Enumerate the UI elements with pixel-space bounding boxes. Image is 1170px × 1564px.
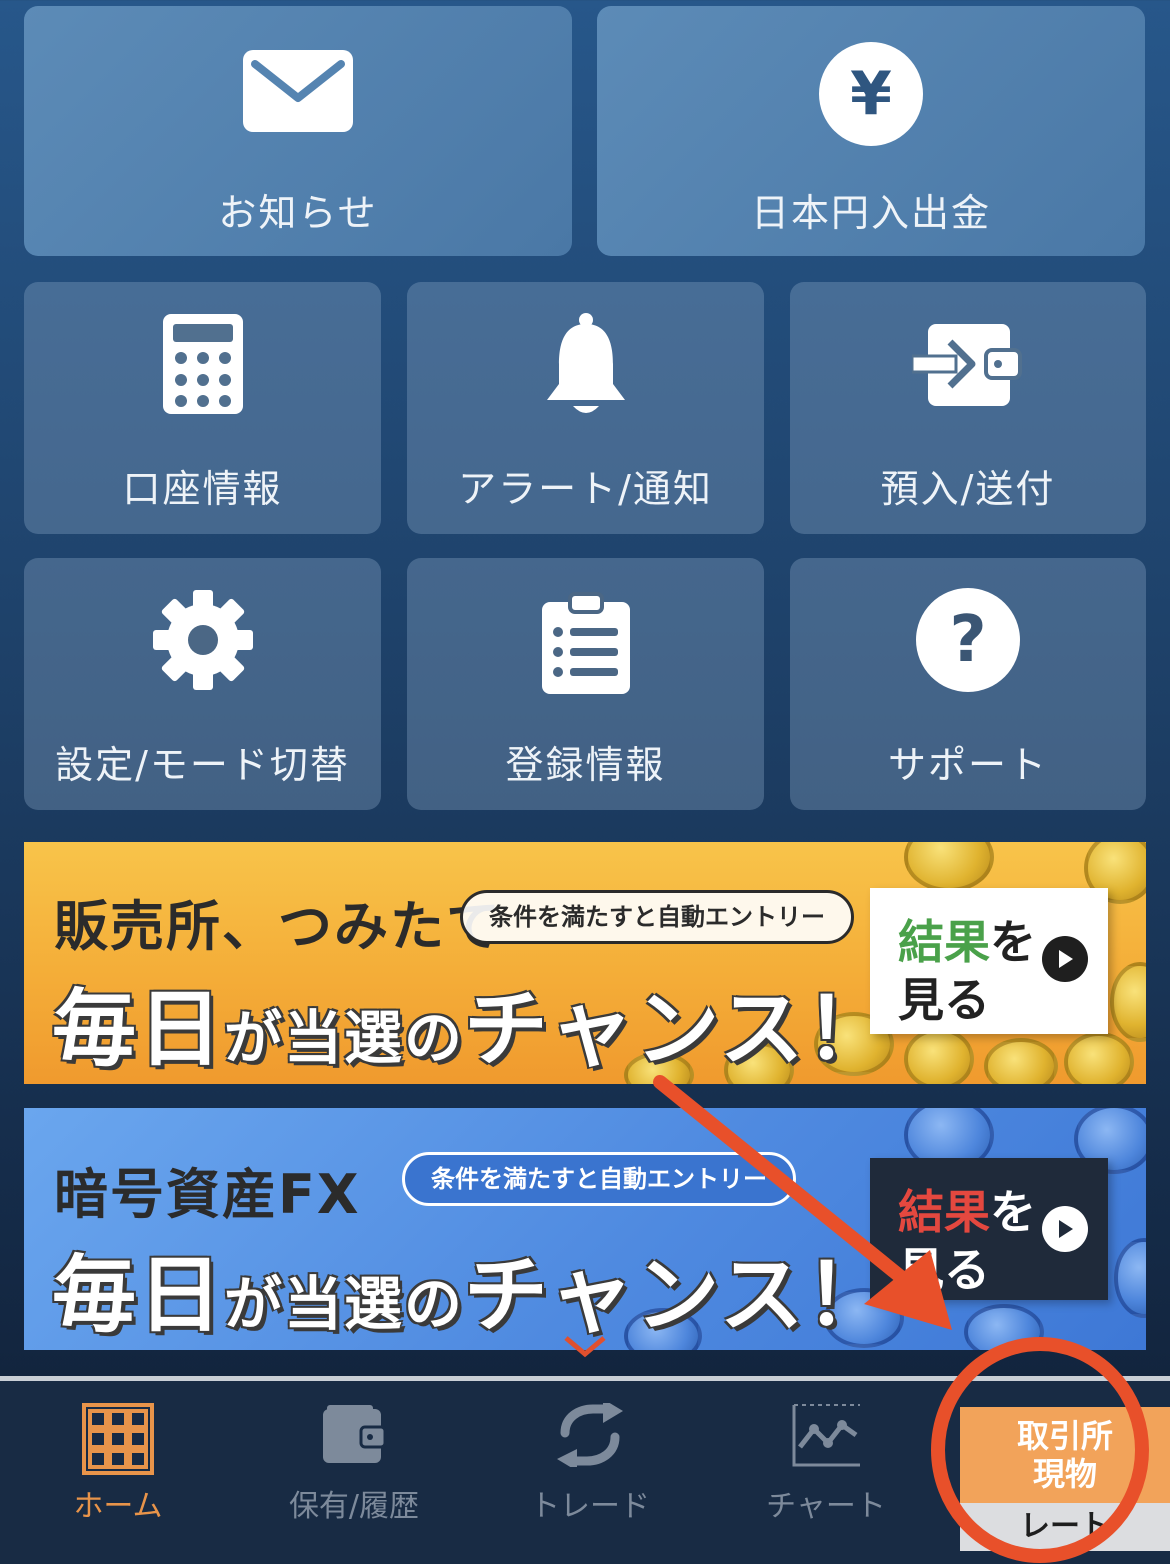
coin-decoration [964,1304,1044,1350]
play-icon [1042,936,1088,982]
tile-registration-info[interactable]: 登録情報 [407,558,764,810]
banner-headline: 暗号資産FX [54,1163,361,1226]
tile-jpy-deposit-withdraw[interactable]: ¥ 日本円入出金 [597,6,1145,256]
tile-account-info[interactable]: 口座情報 [24,282,381,534]
nav-trade-label: トレード [530,1489,650,1524]
tile-label: 設定/モード切替 [55,743,350,787]
exchange-spot-rate-button[interactable]: 取引所 現物 レート [960,1407,1170,1551]
mail-icon [24,48,572,134]
tile-support[interactable]: ? サポート [790,558,1146,810]
nav-trade[interactable]: トレード [472,1381,708,1564]
coin-decoration [1114,1238,1146,1318]
calculator-icon [24,312,381,416]
coin-decoration [904,1028,974,1084]
coin-decoration [1064,1032,1134,1084]
coin-decoration [984,1038,1058,1084]
tile-label: お知らせ [218,191,378,235]
tile-notice[interactable]: お知らせ [24,6,572,256]
nav-home-label: ホーム [73,1489,163,1524]
yen-icon: ¥ [597,42,1145,146]
chevron-down-icon [562,1334,608,1364]
banner-tagline: 毎日が当選のチャンス！ [52,980,892,1078]
entry-pill: 条件を満たすと自動エントリー [402,1152,796,1206]
tile-label: 登録情報 [505,743,666,787]
promo-banner-sales[interactable]: 販売所、つみたて 条件を満たすと自動エントリー 毎日が当選のチャンス！ 結果を … [24,842,1146,1084]
help-icon: ? [790,588,1146,692]
tile-label: サポート [887,743,1048,787]
wallet-transfer-icon [790,320,1146,410]
nav-holdings-label: 保有/履歴 [288,1489,420,1524]
see-results-button[interactable]: 結果を 見る [870,888,1108,1034]
coin-decoration [904,842,994,892]
gear-icon [24,588,381,692]
tile-deposit-send[interactable]: 預入/送付 [790,282,1146,534]
nav-chart[interactable]: チャート [708,1381,944,1564]
promo-banner-fx[interactable]: 暗号資産FX 条件を満たすと自動エントリー 毎日が当選のチャンス！ 結果を 見る [24,1108,1146,1350]
bottom-nav: ホーム 保有/履歴 トレード チャート 取引所 現物 レート [0,1376,1170,1564]
tile-label: 口座情報 [122,467,283,511]
line-chart-icon [708,1403,944,1469]
tile-label: アラート/通知 [458,467,713,511]
banner-headline: 販売所、つみたて [54,895,502,958]
bell-icon [407,312,764,420]
tile-label: 預入/送付 [880,467,1056,511]
nav-home[interactable]: ホーム [0,1381,236,1564]
play-icon [1042,1206,1088,1252]
exchange-arrows-icon [472,1403,708,1467]
banner-tagline: 毎日が当選のチャンス！ [52,1246,892,1344]
see-results-button[interactable]: 結果を 見る [870,1158,1108,1300]
entry-pill: 条件を満たすと自動エントリー [460,890,854,944]
tile-settings-mode[interactable]: 設定/モード切替 [24,558,381,810]
grid-icon [0,1403,236,1475]
clipboard-list-icon [407,592,764,696]
wallet-icon [236,1403,472,1465]
coin-decoration [1110,962,1146,1042]
tile-label: 日本円入出金 [750,191,991,235]
nav-holdings-history[interactable]: 保有/履歴 [236,1381,472,1564]
tile-alert-notification[interactable]: アラート/通知 [407,282,764,534]
nav-chart-label: チャート [766,1489,886,1524]
